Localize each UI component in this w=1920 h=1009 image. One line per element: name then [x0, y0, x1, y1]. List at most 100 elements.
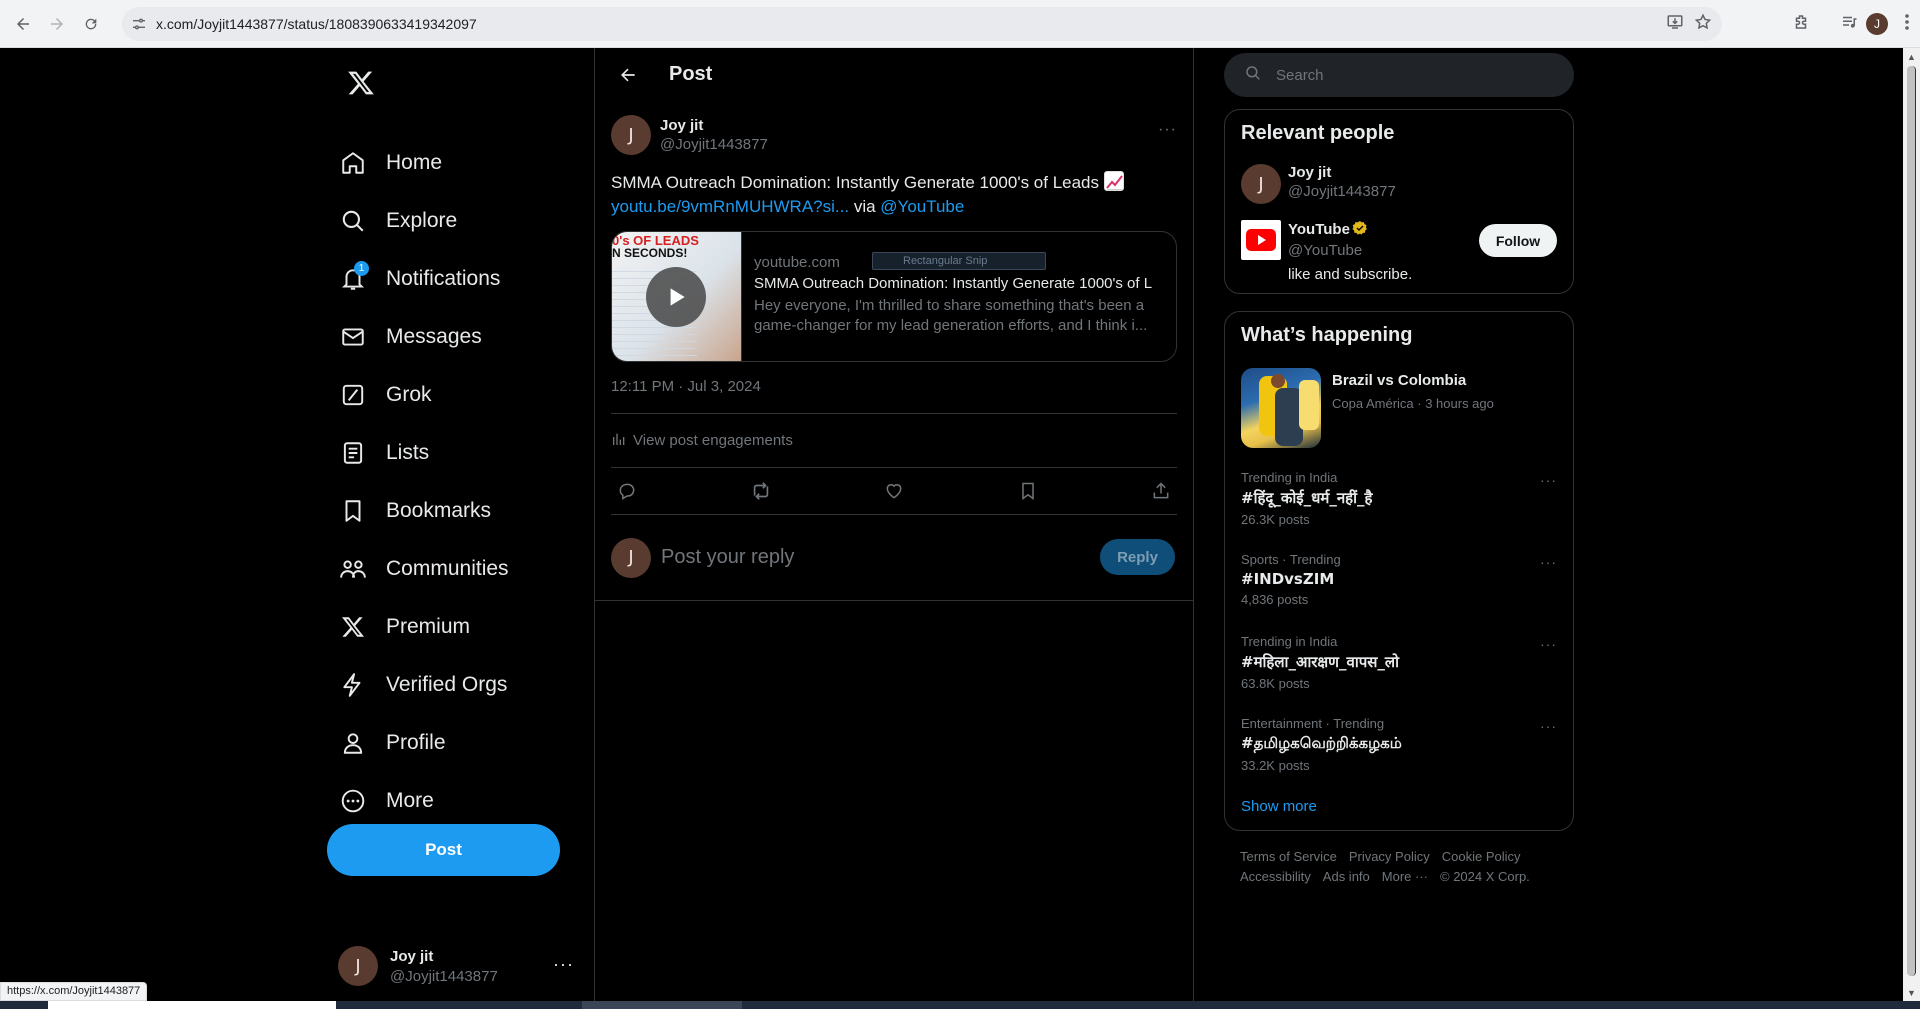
- nav-item-communities[interactable]: Communities: [320, 540, 594, 598]
- extensions-icon[interactable]: [1792, 13, 1810, 36]
- play-icon[interactable]: [646, 267, 706, 327]
- nav-item-lists[interactable]: Lists: [320, 424, 594, 482]
- nav-item-more[interactable]: More: [320, 772, 594, 830]
- trend-count: 63.8K posts: [1241, 676, 1310, 691]
- nav-label-lists: Lists: [386, 441, 430, 464]
- post-link[interactable]: youtu.be/9vmRnMUHWRA?si...: [611, 197, 849, 216]
- scroll-down-icon[interactable]: ▼: [1903, 984, 1920, 1001]
- post-text-body: SMMA Outreach Domination: Instantly Gene…: [611, 173, 1100, 192]
- nav-item-profile[interactable]: Profile: [320, 714, 594, 772]
- avatar[interactable]: J: [1241, 164, 1281, 204]
- view-engagements-link[interactable]: View post engagements: [611, 414, 1177, 467]
- trend-more-icon[interactable]: ···: [1540, 554, 1557, 570]
- account-switcher[interactable]: J Joy jit @Joyjit1443877 ···: [338, 936, 578, 996]
- footer-more-link[interactable]: More ···: [1382, 869, 1428, 884]
- author-handle[interactable]: @Joyjit1443877: [660, 136, 768, 153]
- footer-links: Terms of Service Privacy Policy Cookie Pol…: [1224, 847, 1574, 887]
- trend-context: Sports · Trending: [1241, 552, 1341, 567]
- trend-more-icon[interactable]: ···: [1540, 472, 1557, 488]
- account-handle: @Joyjit1443877: [390, 967, 498, 985]
- youtube-logo-icon[interactable]: [1241, 220, 1281, 260]
- nav-item-notifications[interactable]: 1 Notifications: [320, 250, 594, 308]
- list-icon: [338, 438, 368, 468]
- reply-input[interactable]: Post your reply: [661, 546, 794, 569]
- trend-more-icon[interactable]: ···: [1540, 718, 1557, 734]
- right-sidebar: Search Relevant people J Joy jit @Joyjit…: [1224, 48, 1574, 887]
- nav-item-home[interactable]: Home: [320, 134, 594, 192]
- follow-button[interactable]: Follow: [1479, 224, 1557, 257]
- avatar[interactable]: J: [611, 115, 651, 155]
- nav-item-bookmarks[interactable]: Bookmarks: [320, 482, 594, 540]
- avatar: J: [611, 537, 651, 578]
- nav-label-bookmarks: Bookmarks: [386, 499, 492, 522]
- trend-count: 33.2K posts: [1241, 758, 1310, 773]
- nav-item-grok[interactable]: Grok: [320, 366, 594, 424]
- page-scrollbar[interactable]: ▲ ▼: [1903, 48, 1920, 1001]
- footer-cookie-link[interactable]: Cookie Policy: [1442, 849, 1521, 864]
- like-icon[interactable]: [882, 479, 906, 503]
- nav-label-grok: Grok: [386, 383, 432, 406]
- nav-item-premium[interactable]: Premium: [320, 598, 594, 656]
- share-icon[interactable]: [1149, 479, 1173, 503]
- nav-item-explore[interactable]: Explore: [320, 192, 594, 250]
- search-input[interactable]: Search: [1224, 53, 1574, 97]
- person-name[interactable]: YouTube: [1288, 221, 1350, 238]
- address-bar[interactable]: x.com/Joyjit1443877/status/1808390633419…: [122, 7, 1722, 41]
- post-button[interactable]: Post: [327, 824, 560, 876]
- author-name[interactable]: Joy jit: [660, 117, 768, 134]
- trend-count: 26.3K posts: [1241, 512, 1310, 527]
- bookmark-star-icon[interactable]: [1694, 13, 1712, 36]
- account-name: Joy jit: [390, 947, 434, 965]
- footer-terms-link[interactable]: Terms of Service: [1240, 849, 1337, 864]
- link-preview-card[interactable]: 0's OF LEADS N SECONDS! Rectangular Snip…: [611, 231, 1177, 362]
- event-meta: Copa América · 3 hours ago: [1332, 396, 1494, 411]
- footer-accessibility-link[interactable]: Accessibility: [1240, 869, 1311, 884]
- reload-icon[interactable]: [74, 7, 108, 41]
- scroll-up-icon[interactable]: ▲: [1903, 48, 1920, 65]
- browser-menu-icon[interactable]: [1904, 13, 1910, 36]
- trend-more-icon[interactable]: ···: [1540, 636, 1557, 652]
- avatar: J: [338, 946, 378, 986]
- trend-tag: #हिंदू_कोई_धर्म_नहीं_है: [1241, 489, 1373, 507]
- page-title: Post: [669, 63, 713, 85]
- post-author[interactable]: J Joy jit @Joyjit1443877: [611, 113, 1177, 157]
- repost-icon[interactable]: [749, 479, 773, 503]
- trend-tag: #INDvsZIM: [1241, 570, 1335, 588]
- mention-link[interactable]: @YouTube: [880, 197, 964, 216]
- thumbnail-subheadline: N SECONDS!: [612, 246, 688, 260]
- nav-item-verified-orgs[interactable]: Verified Orgs: [320, 656, 594, 714]
- post-more-icon[interactable]: ···: [1158, 121, 1177, 139]
- person-youtube[interactable]: YouTube @YouTube like and subscribe. Fol…: [1241, 220, 1557, 283]
- post-timestamp[interactable]: 12:11 PM · Jul 3, 2024: [611, 378, 1177, 398]
- bookmark-icon[interactable]: [1016, 479, 1040, 503]
- install-app-icon[interactable]: [1666, 13, 1684, 36]
- site-info-icon[interactable]: [122, 7, 156, 41]
- nav-label-profile: Profile: [386, 731, 446, 754]
- trend-item[interactable]: Sports · Trending #INDvsZIM 4,836 posts …: [1241, 552, 1557, 612]
- footer-ads-link[interactable]: Ads info: [1323, 869, 1370, 884]
- trend-context: Trending in India: [1241, 634, 1338, 649]
- person-name[interactable]: Joy jit: [1288, 164, 1396, 181]
- trend-item[interactable]: Trending in India #हिंदू_कोई_धर्म_नहीं_ह…: [1241, 470, 1557, 530]
- show-more-link[interactable]: Show more: [1241, 798, 1557, 820]
- reply-composer: J Post your reply Reply: [595, 515, 1193, 601]
- video-thumbnail[interactable]: 0's OF LEADS N SECONDS!: [612, 232, 742, 361]
- scrollbar-thumb[interactable]: [1907, 66, 1916, 976]
- trend-item[interactable]: Entertainment · Trending #தமிழகவெற்றிக்க…: [1241, 716, 1557, 776]
- browser-profile-avatar[interactable]: J: [1866, 13, 1888, 35]
- reply-button[interactable]: Reply: [1100, 539, 1175, 575]
- nav-item-messages[interactable]: Messages: [320, 308, 594, 366]
- back-nav-icon[interactable]: [6, 7, 40, 41]
- media-controls-icon[interactable]: [1840, 13, 1858, 36]
- reply-icon[interactable]: [615, 479, 639, 503]
- nav-label-explore: Explore: [386, 209, 458, 232]
- back-arrow-icon[interactable]: [611, 58, 645, 92]
- footer-privacy-link[interactable]: Privacy Policy: [1349, 849, 1430, 864]
- forward-nav-icon[interactable]: [40, 7, 74, 41]
- account-more-icon[interactable]: ···: [553, 954, 574, 975]
- x-logo-icon[interactable]: [336, 58, 386, 108]
- event-item[interactable]: Brazil vs Colombia Copa América · 3 hour…: [1241, 368, 1557, 448]
- whats-happening-panel: What’s happening Brazil vs Colombia Copa…: [1224, 311, 1574, 831]
- person-joyjit[interactable]: J Joy jit @Joyjit1443877: [1241, 164, 1557, 204]
- trend-item[interactable]: Trending in India #महिला_आरक्षण_वापस_लो …: [1241, 634, 1557, 694]
